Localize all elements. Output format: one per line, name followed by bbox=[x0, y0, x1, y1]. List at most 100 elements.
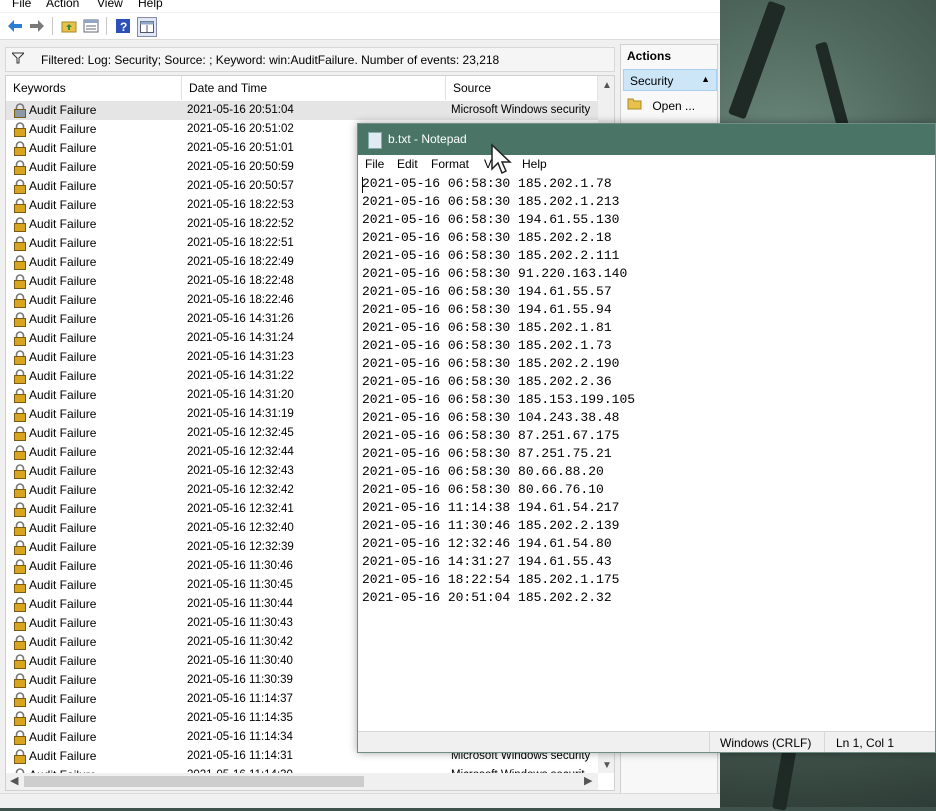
status-divider bbox=[709, 732, 710, 752]
lock-icon bbox=[14, 597, 26, 612]
forward-arrow-icon[interactable] bbox=[28, 17, 46, 35]
lock-icon bbox=[14, 692, 26, 707]
keyword-cell: Audit Failure bbox=[29, 730, 97, 744]
lock-icon bbox=[14, 141, 26, 156]
keyword-cell: Audit Failure bbox=[29, 103, 97, 117]
scroll-thumb[interactable] bbox=[24, 776, 364, 787]
datetime-cell: 2021-05-16 14:31:22 bbox=[187, 370, 294, 382]
lock-icon bbox=[14, 369, 26, 384]
keyword-cell: Audit Failure bbox=[29, 502, 97, 516]
text-line: 2021-05-16 06:58:30 185.202.1.81 bbox=[362, 320, 612, 335]
panel-icon[interactable] bbox=[137, 17, 157, 37]
lock-icon bbox=[14, 483, 26, 498]
help-icon[interactable]: ? bbox=[114, 17, 132, 35]
datetime-cell: 2021-05-16 12:32:45 bbox=[187, 427, 294, 439]
notepad-text-area[interactable]: 2021-05-16 06:58:30 185.202.1.78 2021-05-… bbox=[362, 175, 922, 730]
lock-icon bbox=[14, 274, 26, 289]
text-line: 2021-05-16 06:58:30 87.251.67.175 bbox=[362, 428, 620, 443]
text-line: 2021-05-16 06:58:30 194.61.55.130 bbox=[362, 212, 620, 227]
datetime-cell: 2021-05-16 14:31:19 bbox=[187, 408, 294, 420]
text-line: 2021-05-16 06:58:30 185.202.2.18 bbox=[362, 230, 612, 245]
lock-icon bbox=[14, 749, 26, 764]
scroll-down-icon[interactable]: ▼ bbox=[602, 760, 612, 771]
status-position: Ln 1, Col 1 bbox=[836, 736, 895, 750]
datetime-cell: 2021-05-16 14:31:20 bbox=[187, 389, 294, 401]
notepad-title: b.txt - Notepad bbox=[388, 132, 467, 146]
text-caret bbox=[362, 177, 363, 193]
folder-up-icon[interactable] bbox=[60, 17, 78, 35]
table-row[interactable]: Audit Failure 2021-05-16 20:51:04 Microsof… bbox=[6, 101, 598, 120]
notepad-window: b.txt - Notepad File Edit Format V Help … bbox=[357, 123, 936, 753]
notepad-menu-edit[interactable]: Edit bbox=[397, 157, 418, 171]
collapse-arrow-icon[interactable]: ▲ bbox=[701, 74, 710, 84]
menu-action[interactable]: Action bbox=[46, 0, 79, 10]
column-header-source[interactable]: Source bbox=[446, 76, 598, 100]
datetime-cell: 2021-05-16 12:32:40 bbox=[187, 522, 294, 534]
datetime-cell: 2021-05-16 18:22:46 bbox=[187, 294, 294, 306]
toolbar-separator bbox=[106, 17, 107, 35]
text-line: 2021-05-16 06:58:30 185.202.2.190 bbox=[362, 356, 620, 371]
column-header-keywords[interactable]: Keywords bbox=[6, 76, 182, 100]
notepad-menu-help[interactable]: Help bbox=[522, 157, 547, 171]
lock-icon bbox=[14, 730, 26, 745]
text-line: 2021-05-16 06:58:30 194.61.55.57 bbox=[362, 284, 612, 299]
lock-icon bbox=[14, 521, 26, 536]
keyword-cell: Audit Failure bbox=[29, 198, 97, 212]
scroll-up-icon[interactable]: ▲ bbox=[602, 80, 612, 91]
menu-help[interactable]: Help bbox=[138, 0, 163, 10]
lock-icon bbox=[14, 673, 26, 688]
datetime-cell: 2021-05-16 11:30:46 bbox=[187, 560, 293, 572]
back-arrow-icon[interactable] bbox=[6, 17, 24, 35]
properties-icon[interactable] bbox=[82, 17, 100, 35]
datetime-cell: 2021-05-16 11:30:45 bbox=[187, 579, 293, 591]
keyword-cell: Audit Failure bbox=[29, 122, 97, 136]
notepad-icon bbox=[368, 132, 382, 149]
actions-section-label: Security bbox=[630, 74, 674, 88]
keyword-cell: Audit Failure bbox=[29, 312, 97, 326]
column-header-date-time[interactable]: Date and Time bbox=[182, 76, 446, 100]
keyword-cell: Audit Failure bbox=[29, 350, 97, 364]
keyword-cell: Audit Failure bbox=[29, 673, 97, 687]
lock-icon bbox=[14, 350, 26, 365]
keyword-cell: Audit Failure bbox=[29, 559, 97, 573]
text-line: 2021-05-16 06:58:30 185.202.2.111 bbox=[362, 248, 620, 263]
lock-icon bbox=[14, 179, 26, 194]
open-action-label: Open ... bbox=[652, 99, 696, 113]
keyword-cell: Audit Failure bbox=[29, 331, 97, 345]
datetime-cell: 2021-05-16 11:14:34 bbox=[187, 731, 293, 743]
keyword-cell: Audit Failure bbox=[29, 160, 97, 174]
horizontal-scrollbar[interactable]: ◀ ▶ bbox=[6, 773, 598, 790]
open-folder-icon bbox=[627, 98, 646, 113]
scroll-right-icon[interactable]: ▶ bbox=[584, 774, 592, 787]
keyword-cell: Audit Failure bbox=[29, 369, 97, 383]
notepad-menu-format[interactable]: Format bbox=[431, 157, 469, 171]
keyword-cell: Audit Failure bbox=[29, 540, 97, 554]
keyword-cell: Audit Failure bbox=[29, 407, 97, 421]
table-row[interactable]: Audit Failure 2021-05-16 11:14:30 Microsof… bbox=[6, 766, 598, 773]
keyword-cell: Audit Failure bbox=[29, 255, 97, 269]
datetime-cell: 2021-05-16 11:30:43 bbox=[187, 617, 293, 629]
scroll-left-icon[interactable]: ◀ bbox=[10, 774, 18, 787]
keyword-cell: Audit Failure bbox=[29, 635, 97, 649]
keyword-cell: Audit Failure bbox=[29, 179, 97, 193]
lock-icon bbox=[14, 578, 26, 593]
menu-file[interactable]: File bbox=[12, 0, 31, 10]
open-action[interactable]: Open ... bbox=[627, 97, 695, 113]
menu-view[interactable]: View bbox=[97, 0, 123, 10]
notepad-menu-file[interactable]: File bbox=[365, 157, 384, 171]
keyword-cell: Audit Failure bbox=[29, 692, 97, 706]
keyword-cell: Audit Failure bbox=[29, 388, 97, 402]
lock-icon bbox=[14, 217, 26, 232]
menu-bar: File Action View Help bbox=[0, 0, 720, 12]
text-line: 2021-05-16 06:58:30 185.202.2.36 bbox=[362, 374, 612, 389]
text-line: 2021-05-16 20:51:04 185.202.2.32 bbox=[362, 590, 612, 605]
lock-icon bbox=[14, 559, 26, 574]
toolbar: ? bbox=[0, 13, 720, 40]
keyword-cell: Audit Failure bbox=[29, 749, 97, 763]
datetime-cell: 2021-05-16 12:32:44 bbox=[187, 446, 294, 458]
keyword-cell: Audit Failure bbox=[29, 521, 97, 535]
datetime-cell: 2021-05-16 14:31:26 bbox=[187, 313, 294, 325]
text-line: 2021-05-16 11:14:38 194.61.54.217 bbox=[362, 500, 620, 515]
actions-section-security[interactable]: Security ▲ bbox=[623, 69, 717, 91]
notepad-titlebar[interactable]: b.txt - Notepad bbox=[358, 124, 935, 155]
